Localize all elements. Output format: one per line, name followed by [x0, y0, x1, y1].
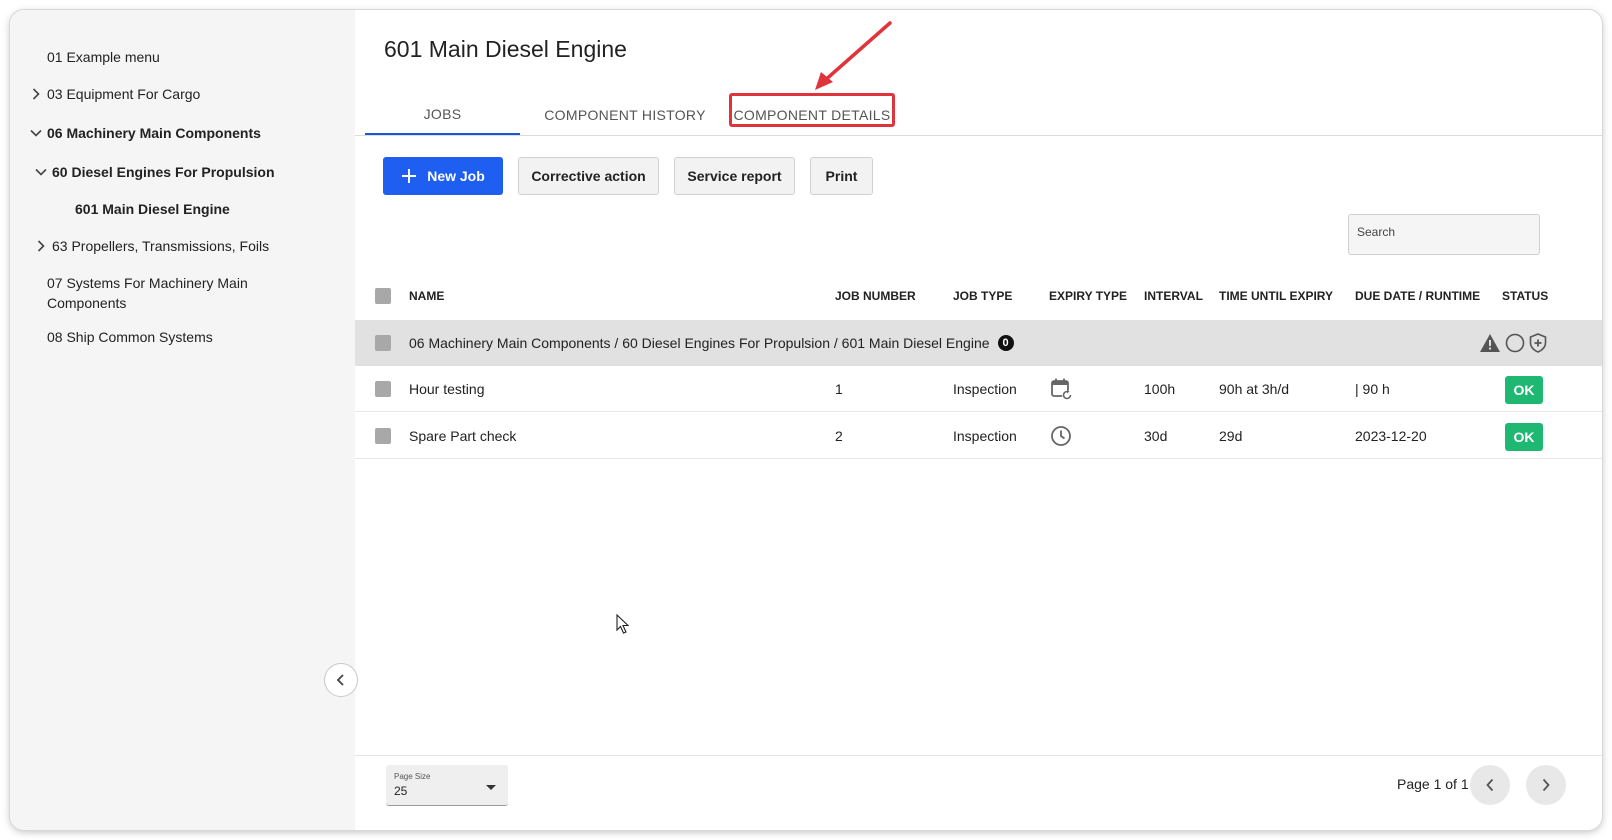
shield-plus-icon: [1529, 333, 1547, 353]
cell-expiry-type: [1050, 413, 1072, 459]
tree-item-label: 601 Main Diesel Engine: [75, 201, 230, 217]
status-badge: OK: [1505, 423, 1543, 451]
chevron-left-icon: [336, 674, 344, 686]
tree-item-label: 08 Ship Common Systems: [47, 329, 213, 345]
page-size-select[interactable]: Page Size 25: [386, 765, 508, 806]
status-badge: OK: [1505, 376, 1543, 404]
column-header-time-until-expiry[interactable]: TIME UNTIL EXPIRY: [1219, 273, 1333, 319]
page-info: Page 1 of 1: [1397, 776, 1469, 792]
cell-job-number: 2: [835, 428, 843, 444]
select-all-checkbox[interactable]: [375, 288, 391, 304]
tree-item-60-diesel-engines-for-propulsion[interactable]: 60 Diesel Engines For Propulsion: [34, 162, 275, 182]
main-panel: 601 Main Diesel Engine JOBS COMPONENT HI…: [355, 10, 1602, 830]
page-size-value: 25: [394, 784, 408, 798]
table-footer: Page Size 25 Page 1 of 1: [355, 755, 1602, 830]
tree-item-label: 06 Machinery Main Components: [47, 125, 261, 141]
tree-item-63-propellers-transmissions-foils[interactable]: 63 Propellers, Transmissions, Foils: [34, 236, 269, 256]
cell-name: Spare Part check: [409, 428, 517, 444]
table-row[interactable]: Hour testing 1 Inspection 100h 90h at 3h…: [355, 366, 1602, 412]
column-header-name[interactable]: NAME: [409, 273, 444, 319]
print-button[interactable]: Print: [810, 157, 873, 195]
tree-item-07-systems-for-machinery-main-components[interactable]: 07 Systems For Machinery Main Components: [47, 273, 248, 313]
app-window: 01 Example menu 03 Equipment For Cargo 0…: [10, 10, 1602, 830]
tree-item-label: 01 Example menu: [47, 49, 160, 65]
tab-component-history[interactable]: COMPONENT HISTORY: [530, 94, 720, 135]
service-report-button[interactable]: Service report: [674, 157, 795, 195]
new-job-button[interactable]: New Job: [383, 157, 503, 195]
cell-interval: 100h: [1144, 381, 1176, 397]
group-path: 06 Machinery Main Components / 60 Diesel…: [409, 320, 1014, 366]
chevron-down-icon[interactable]: [29, 123, 43, 143]
chevron-left-icon: [1486, 778, 1494, 792]
caret-down-icon: [486, 785, 496, 790]
row-checkbox[interactable]: [375, 428, 391, 444]
chevron-right-icon[interactable]: [34, 236, 48, 256]
group-path-text: 06 Machinery Main Components / 60 Diesel…: [409, 335, 990, 351]
tab-jobs[interactable]: JOBS: [365, 94, 520, 135]
tab-bar: JOBS COMPONENT HISTORY COMPONENT DETAILS: [355, 94, 1602, 136]
chevron-right-icon[interactable]: [29, 84, 43, 104]
group-checkbox[interactable]: [375, 335, 391, 351]
row-checkbox[interactable]: [375, 381, 391, 397]
column-header-expiry-type[interactable]: EXPIRY TYPE: [1049, 273, 1127, 319]
tree-item-label: 63 Propellers, Transmissions, Foils: [52, 238, 270, 254]
page-title: 601 Main Diesel Engine: [384, 36, 627, 62]
cell-time-until-expiry: 90h at 3h/d: [1219, 381, 1290, 397]
column-header-interval[interactable]: INTERVAL: [1144, 273, 1203, 319]
sidebar: 01 Example menu 03 Equipment For Cargo 0…: [10, 10, 355, 830]
annotation-arrow: [815, 21, 892, 90]
cell-job-type: Inspection: [953, 428, 1017, 444]
tree-item-01-example-menu[interactable]: 01 Example menu: [47, 47, 160, 67]
circle-icon: [1505, 333, 1525, 353]
plus-icon: [402, 169, 417, 183]
table-header: NAME JOB NUMBER JOB TYPE EXPIRY TYPE INT…: [355, 273, 1602, 319]
tree-item-08-ship-common-systems[interactable]: 08 Ship Common Systems: [47, 327, 213, 347]
cell-time-until-expiry: 29d: [1219, 428, 1243, 444]
calendar-refresh-icon: [1051, 378, 1072, 400]
tree-item-label: 60 Diesel Engines For Propulsion: [52, 164, 275, 180]
column-header-job-type[interactable]: JOB TYPE: [953, 273, 1012, 319]
tree-item-label: 03 Equipment For Cargo: [47, 86, 201, 102]
search-input[interactable]: Search: [1348, 214, 1540, 255]
cell-job-type: Inspection: [953, 381, 1017, 397]
chevron-down-icon[interactable]: [34, 162, 48, 182]
group-row[interactable]: 06 Machinery Main Components / 60 Diesel…: [355, 320, 1602, 366]
mouse-cursor-icon: [616, 614, 630, 634]
page-size-label: Page Size: [394, 772, 431, 781]
table-row[interactable]: Spare Part check 2 Inspection 30d 29d 20…: [355, 413, 1602, 459]
corrective-action-button[interactable]: Corrective action: [518, 157, 659, 195]
previous-page-button[interactable]: [1470, 765, 1510, 805]
warning-icon: [1480, 334, 1500, 352]
group-status-icons: [1479, 320, 1547, 366]
cell-job-number: 1: [835, 381, 843, 397]
clock-icon: [1051, 426, 1071, 446]
chevron-right-icon: [1542, 778, 1550, 792]
column-header-job-number[interactable]: JOB NUMBER: [835, 273, 916, 319]
cell-expiry-type: [1050, 366, 1074, 412]
next-page-button[interactable]: [1526, 765, 1566, 805]
group-count-badge: 0: [997, 335, 1014, 351]
tree-item-label: 07 Systems For Machinery Main: [47, 275, 248, 291]
tree-item-03-equipment-for-cargo[interactable]: 03 Equipment For Cargo: [29, 84, 200, 104]
cell-interval: 30d: [1144, 428, 1168, 444]
tree-item-06-machinery-main-components[interactable]: 06 Machinery Main Components: [29, 123, 261, 143]
tree-item-label-continued: Components: [47, 295, 127, 311]
cell-due-date: 2023-12-20: [1355, 428, 1427, 444]
collapse-sidebar-button[interactable]: [324, 663, 358, 697]
cell-due-date: | 90 h: [1355, 381, 1390, 397]
column-header-due-date-runtime[interactable]: DUE DATE / RUNTIME: [1355, 273, 1480, 319]
cell-name: Hour testing: [409, 381, 485, 397]
column-header-status[interactable]: STATUS: [1502, 273, 1548, 319]
tree-item-601-main-diesel-engine[interactable]: 601 Main Diesel Engine: [75, 199, 230, 219]
new-job-label: New Job: [427, 168, 485, 184]
